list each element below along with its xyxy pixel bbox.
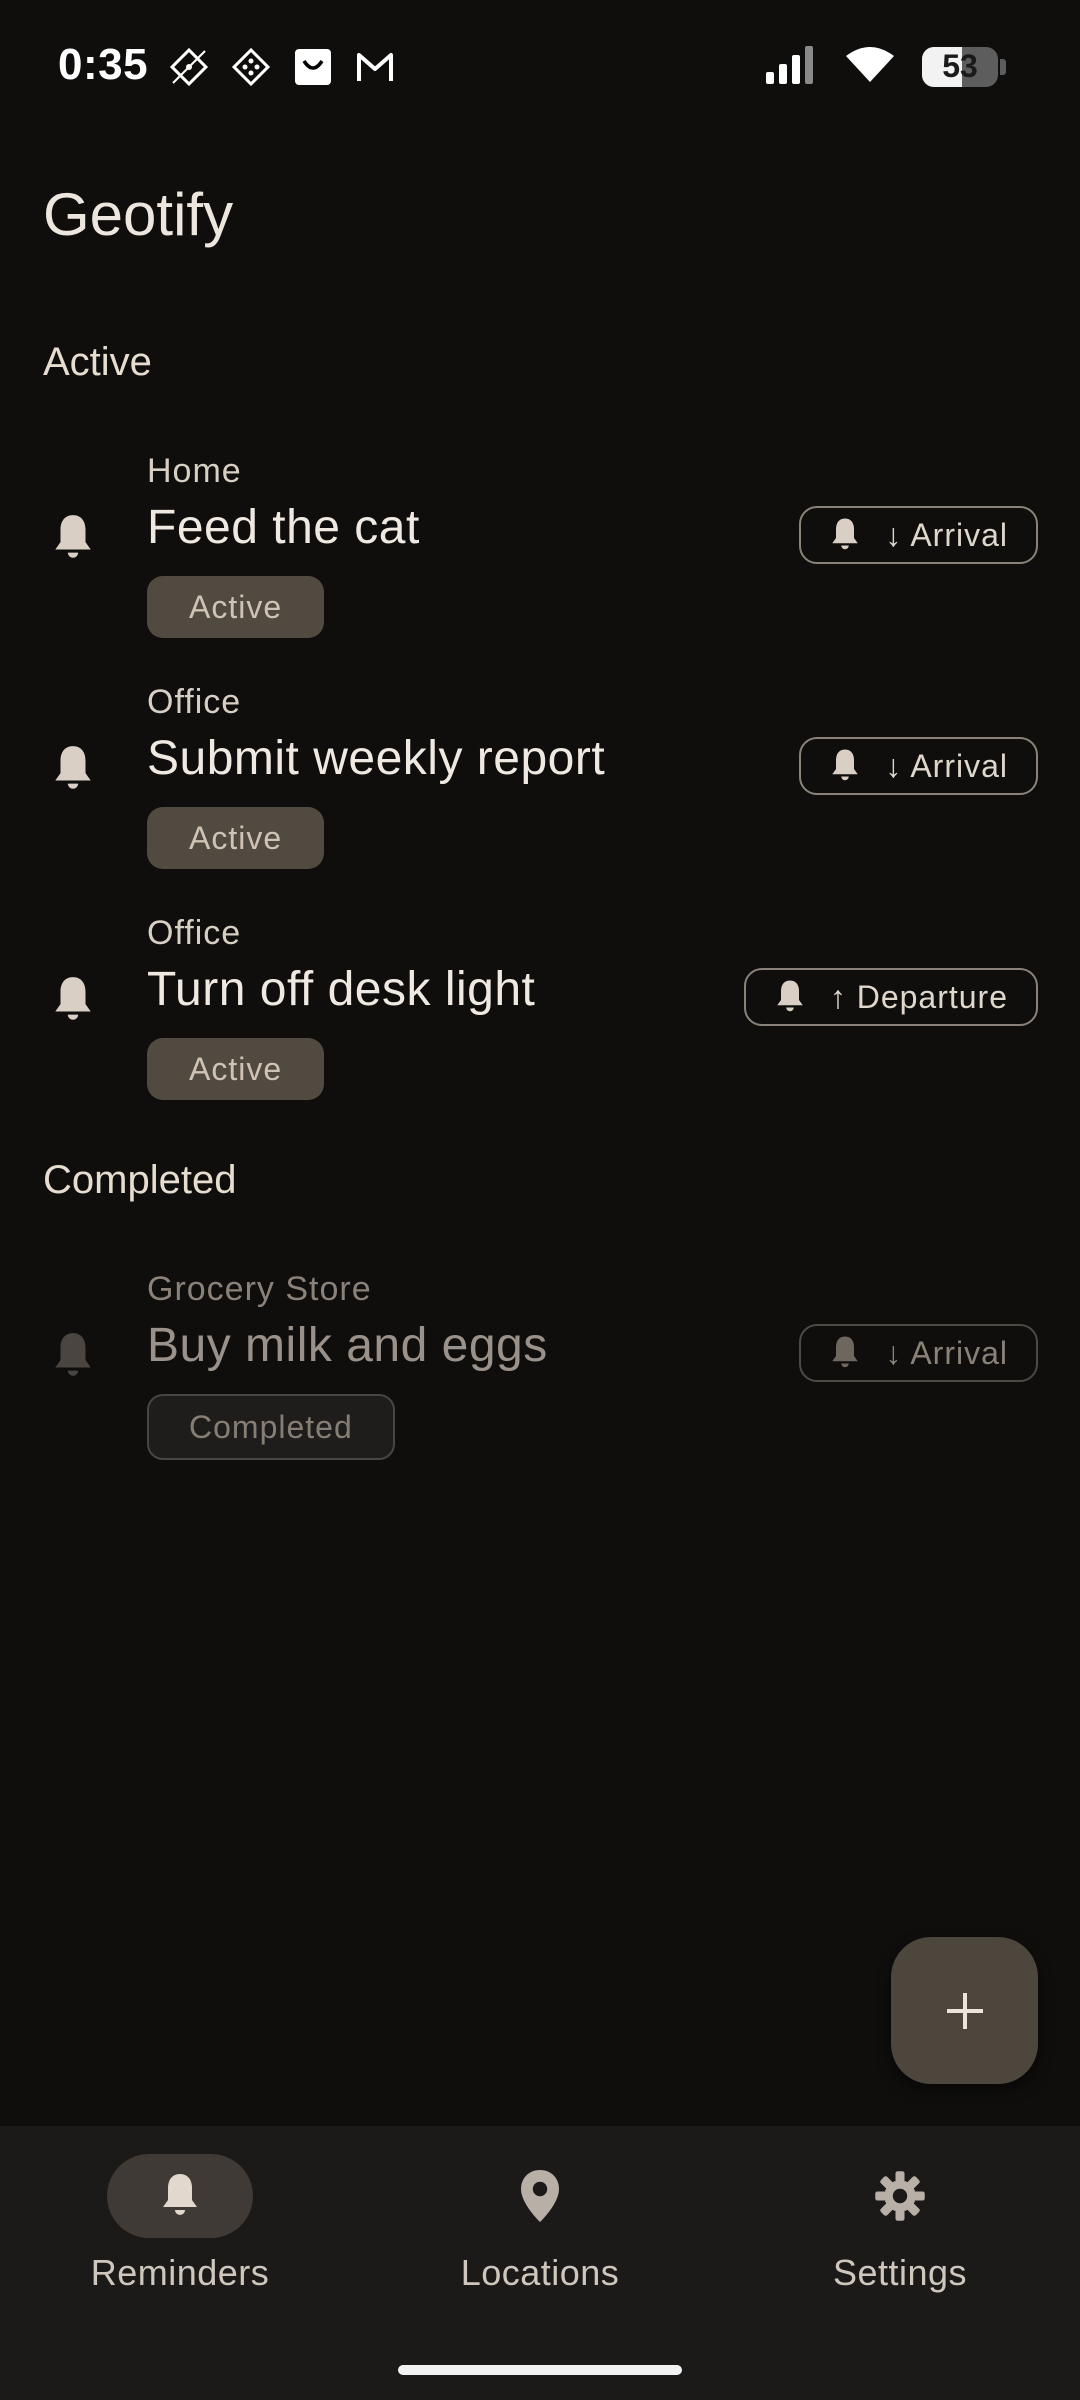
- reminder-title: Submit weekly report: [147, 732, 606, 785]
- status-chip: Active: [147, 1038, 325, 1100]
- reminder-location: Grocery Store: [147, 1270, 372, 1308]
- battery-level: 53: [942, 48, 978, 84]
- notification-icons: [168, 46, 396, 88]
- plus-icon: [946, 1992, 983, 2029]
- trigger-chip[interactable]: ↓ Arrival: [799, 1324, 1038, 1382]
- reminder-item[interactable]: Office Submit weekly report Active ↓ Arr…: [0, 683, 1080, 883]
- nav-label: Locations: [460, 2252, 620, 2293]
- reminder-title: Feed the cat: [147, 501, 420, 554]
- bell-icon: [832, 1336, 858, 1368]
- trigger-chip[interactable]: ↑ Departure: [743, 968, 1038, 1026]
- wifi-icon: [844, 44, 896, 89]
- trigger-chip[interactable]: ↓ Arrival: [799, 506, 1038, 564]
- reminder-title: Buy milk and eggs: [147, 1319, 548, 1372]
- status-time: 0:35: [58, 40, 149, 89]
- status-chip: Active: [147, 576, 325, 638]
- trigger-label: ↓ Arrival: [885, 516, 1008, 553]
- trigger-label: ↑ Departure: [829, 978, 1008, 1015]
- reminder-item-completed[interactable]: Grocery Store Buy milk and eggs Complete…: [0, 1270, 1080, 1470]
- shopping-bag-icon: [292, 46, 334, 88]
- bell-icon: [777, 980, 803, 1012]
- bottom-nav: Reminders Locations Settings: [0, 2126, 1080, 2400]
- section-header-completed: Completed: [43, 1158, 237, 1202]
- diamond-app-icon: [168, 46, 210, 88]
- section-header-active: Active: [43, 340, 152, 384]
- location-pin-icon: [521, 2170, 559, 2222]
- signal-icon: [766, 44, 818, 89]
- home-indicator[interactable]: [398, 2365, 682, 2375]
- screen: 0:35 53 Geotify Active Home Feed the cat…: [0, 0, 1080, 2400]
- gmail-icon: [354, 46, 396, 88]
- status-right: 53: [766, 44, 1006, 89]
- nav-label: Settings: [832, 2252, 968, 2293]
- bell-icon: [832, 518, 858, 550]
- bell-icon: [832, 749, 858, 781]
- battery-nub: [1000, 58, 1006, 75]
- add-reminder-button[interactable]: [891, 1937, 1038, 2084]
- status-chip: Completed: [147, 1394, 395, 1460]
- nav-item-reminders[interactable]: Reminders: [0, 2126, 360, 2326]
- nav-label: Reminders: [90, 2252, 270, 2293]
- reminder-location: Home: [147, 452, 242, 490]
- nav-active-indicator: [107, 2154, 253, 2238]
- nav-icon-holder: [827, 2154, 973, 2238]
- bell-icon: [163, 2174, 197, 2215]
- bell-icon: [55, 746, 91, 789]
- battery-indicator: 53: [922, 46, 1006, 87]
- reminder-location: Office: [147, 914, 242, 952]
- reminder-title: Turn off desk light: [147, 963, 536, 1016]
- trigger-label: ↓ Arrival: [885, 747, 1008, 784]
- reminder-item[interactable]: Home Feed the cat Active ↓ Arrival: [0, 452, 1080, 652]
- status-bar: 0:35 53: [0, 0, 1080, 130]
- bell-icon: [55, 515, 91, 558]
- gear-icon: [875, 2171, 925, 2221]
- status-chip: Active: [147, 807, 325, 869]
- reminder-item[interactable]: Office Turn off desk light Active ↑ Depa…: [0, 914, 1080, 1114]
- bell-icon: [55, 977, 91, 1020]
- trigger-label: ↓ Arrival: [885, 1334, 1008, 1371]
- bell-icon: [55, 1333, 91, 1376]
- battery-icon: 53: [922, 46, 998, 87]
- nav-item-settings[interactable]: Settings: [720, 2126, 1080, 2326]
- app-title: Geotify: [43, 181, 234, 248]
- nav-icon-holder: [467, 2154, 613, 2238]
- diamond-grid-icon: [230, 46, 272, 88]
- reminder-location: Office: [147, 683, 242, 721]
- nav-item-locations[interactable]: Locations: [360, 2126, 720, 2326]
- trigger-chip[interactable]: ↓ Arrival: [799, 737, 1038, 795]
